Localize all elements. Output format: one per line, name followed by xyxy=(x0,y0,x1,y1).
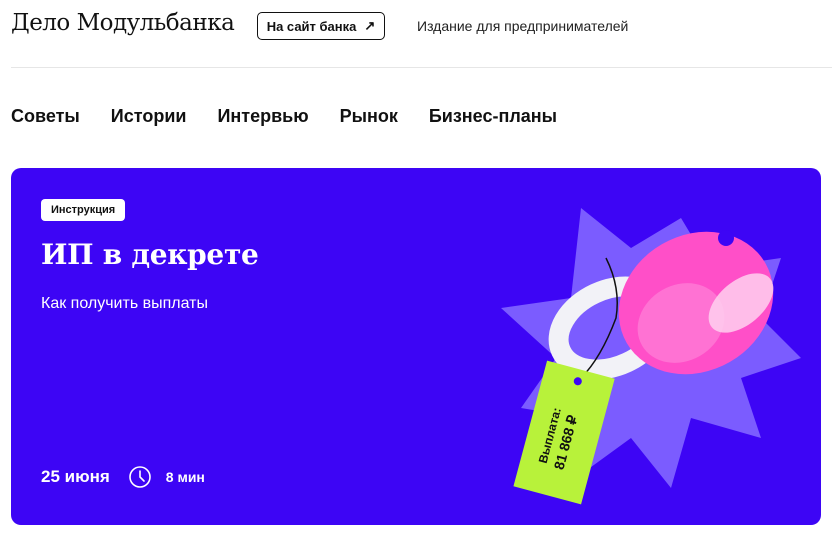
article-read-time: 8 мин xyxy=(165,469,205,485)
arrow-up-right-icon: ↗ xyxy=(364,18,376,33)
nav-item-interviews[interactable]: Интервью xyxy=(217,106,308,127)
header-divider xyxy=(11,67,832,68)
article-date: 25 июня xyxy=(41,467,110,486)
site-logo[interactable]: Дело Модульбанка xyxy=(11,10,235,36)
nav-item-market[interactable]: Рынок xyxy=(340,106,398,127)
article-meta: 25 июня 8 мин xyxy=(41,465,205,489)
nav-item-stories[interactable]: Истории xyxy=(111,106,187,127)
bank-site-button[interactable]: На сайт банка ↗ xyxy=(257,12,385,40)
pacifier-illustration: Выплата: 81 868 ₽ xyxy=(501,208,801,505)
bank-site-button-label: На сайт банка xyxy=(266,18,357,34)
main-nav: Советы Истории Интервью Рынок Бизнес-пла… xyxy=(11,106,557,127)
nav-item-advice[interactable]: Советы xyxy=(11,106,80,127)
article-subtitle: Как получить выплаты xyxy=(41,295,208,312)
site-tagline: Издание для предпринимателей xyxy=(417,18,629,34)
hero-article-card[interactable]: Инструкция ИП в декрете Как получить вып… xyxy=(11,168,821,525)
article-category-badge: Инструкция xyxy=(41,199,126,221)
clock-icon xyxy=(128,466,151,488)
nav-item-business-plans[interactable]: Бизнес-планы xyxy=(429,106,557,127)
article-title[interactable]: ИП в декрете xyxy=(41,238,259,271)
